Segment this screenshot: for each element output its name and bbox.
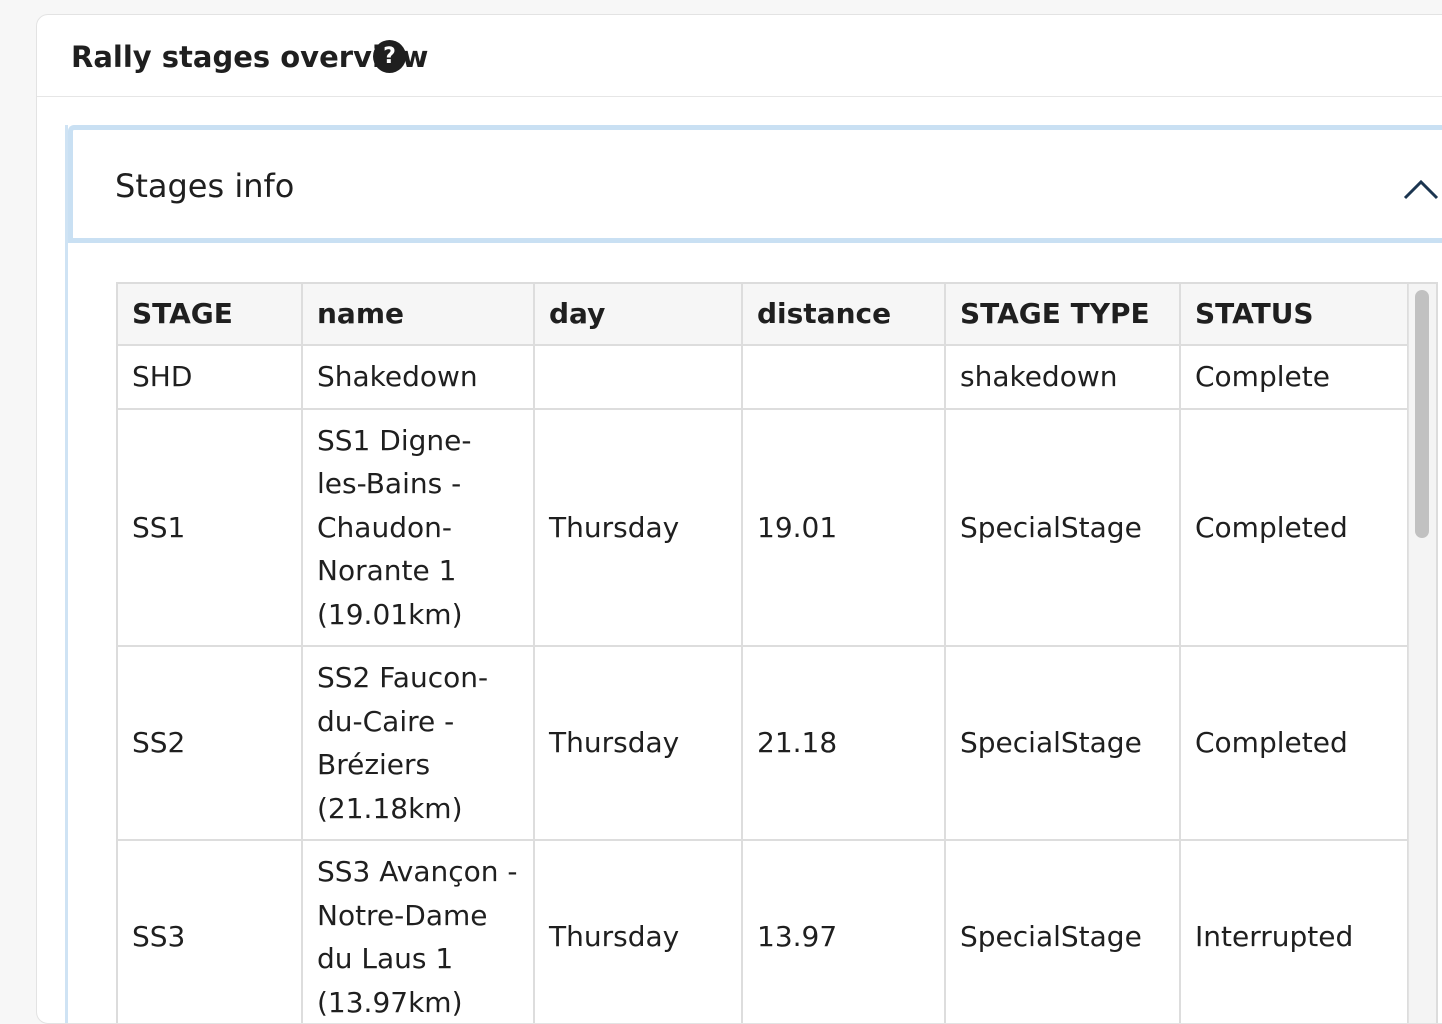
cell-name: SS1 Digne-les-Bains - Chaudon-Norante 1 … xyxy=(301,407,535,647)
column-header-stage-type[interactable]: STAGE TYPE xyxy=(944,284,1181,346)
table-row[interactable]: SHD Shakedown shakedown Complete xyxy=(118,344,1409,410)
column-header-distance[interactable]: distance xyxy=(741,284,946,346)
stages-info-accordion-header[interactable]: Stages info xyxy=(68,125,1442,243)
cell-stage: SHD xyxy=(118,344,303,410)
cell-day: Thursday xyxy=(533,407,743,647)
scrollbar-thumb[interactable] xyxy=(1415,290,1429,538)
cell-stage-type: SpecialStage xyxy=(944,645,1181,841)
table-vertical-scrollbar[interactable] xyxy=(1408,284,1436,1023)
accordion-title: Stages info xyxy=(115,167,295,205)
cell-name: SS2 Faucon-du-Caire - Bréziers (21.18km) xyxy=(301,645,535,841)
cell-distance: 19.01 xyxy=(741,407,946,647)
cell-status: Interrupted xyxy=(1179,839,1409,1023)
stages-info-accordion: Stages info STAGE name day distance STAG… xyxy=(65,125,1442,1023)
cell-stage-type: SpecialStage xyxy=(944,407,1181,647)
cell-status: Complete xyxy=(1179,344,1409,410)
column-header-name[interactable]: name xyxy=(301,284,535,346)
chevron-up-icon[interactable] xyxy=(1403,176,1439,200)
column-header-stage[interactable]: STAGE xyxy=(118,284,303,346)
cell-stage-type: SpecialStage xyxy=(944,839,1181,1023)
cell-distance: 21.18 xyxy=(741,645,946,841)
stages-table: STAGE name day distance STAGE TYPE STATU… xyxy=(118,284,1409,1023)
cell-stage-type: shakedown xyxy=(944,344,1181,410)
help-icon[interactable]: ? xyxy=(373,40,406,73)
column-header-status[interactable]: STATUS xyxy=(1179,284,1409,346)
table-header-row: STAGE name day distance STAGE TYPE STATU… xyxy=(118,284,1409,346)
cell-name: SS3 Avançon - Notre-Dame du Laus 1 (13.9… xyxy=(301,839,535,1023)
cell-day: Thursday xyxy=(533,645,743,841)
table-row[interactable]: SS2 SS2 Faucon-du-Caire - Bréziers (21.1… xyxy=(118,645,1409,841)
cell-day: Thursday xyxy=(533,839,743,1023)
panel-header: Rally stages overview ? xyxy=(37,15,1442,97)
table-row[interactable]: SS1 SS1 Digne-les-Bains - Chaudon-Norant… xyxy=(118,407,1409,647)
cell-day xyxy=(533,344,743,410)
table-row[interactable]: SS3 SS3 Avançon - Notre-Dame du Laus 1 (… xyxy=(118,839,1409,1023)
rally-stages-panel: Rally stages overview ? Stages info STAG… xyxy=(36,14,1442,1024)
cell-name: Shakedown xyxy=(301,344,535,410)
cell-distance xyxy=(741,344,946,410)
stages-table-container: STAGE name day distance STAGE TYPE STATU… xyxy=(116,282,1438,1023)
cell-stage: SS1 xyxy=(118,407,303,647)
cell-stage: SS3 xyxy=(118,839,303,1023)
cell-stage: SS2 xyxy=(118,645,303,841)
column-header-day[interactable]: day xyxy=(533,284,743,346)
cell-distance: 13.97 xyxy=(741,839,946,1023)
cell-status: Completed xyxy=(1179,407,1409,647)
cell-status: Completed xyxy=(1179,645,1409,841)
